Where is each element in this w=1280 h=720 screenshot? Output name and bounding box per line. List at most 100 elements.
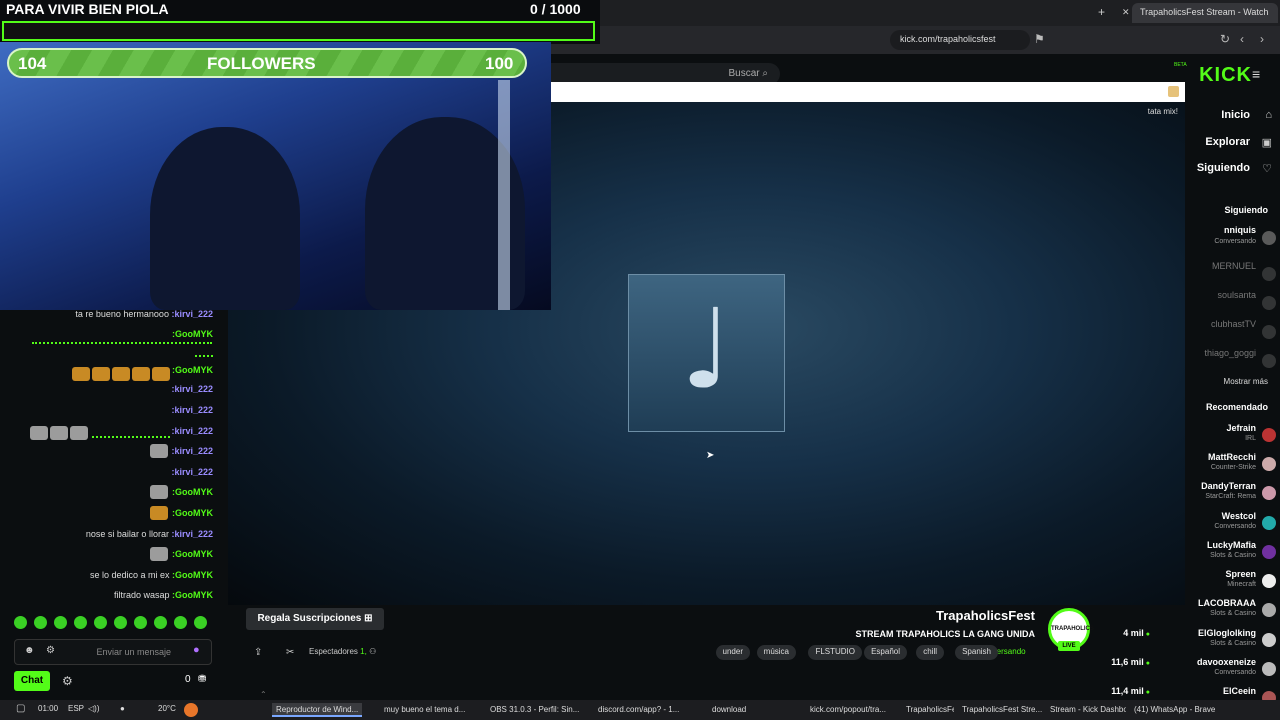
- taskbar-item[interactable]: Stream - Kick Dashbo...: [1046, 703, 1126, 717]
- back-icon[interactable]: ‹: [1240, 32, 1244, 46]
- chat-settings-icon[interactable]: ⚙: [62, 674, 73, 688]
- channel-avatar[interactable]: [1262, 633, 1276, 647]
- microphone-icon[interactable]: ●: [193, 644, 200, 656]
- channel-avatar[interactable]: [1262, 457, 1276, 471]
- channel-name[interactable]: TrapaholicsFest: [936, 608, 1035, 623]
- recommended-channel[interactable]: ElGloglolking: [1198, 628, 1256, 638]
- weather-temp[interactable]: 20°C: [158, 704, 176, 713]
- channel-avatar[interactable]: [1262, 428, 1276, 442]
- show-more-link[interactable]: Mostrar más: [1224, 377, 1268, 386]
- stream-tag[interactable]: chill: [916, 645, 944, 660]
- taskbar-item[interactable]: Reproductor de Wind...: [272, 703, 363, 717]
- recommended-channel[interactable]: davooxeneize: [1197, 657, 1256, 667]
- url-field[interactable]: kick.com/trapaholicsfest: [890, 30, 1030, 50]
- channel-avatar[interactable]: [1262, 545, 1276, 559]
- extension-icon[interactable]: [1168, 86, 1179, 97]
- channel-avatar[interactable]: [1262, 325, 1276, 339]
- taskbar-item[interactable]: TrapaholicsFest Strea...: [902, 703, 954, 717]
- mic-tray-icon[interactable]: ●: [120, 704, 125, 713]
- following-channel[interactable]: clubhastTV: [1211, 319, 1256, 329]
- emoji-icon[interactable]: ☻: [24, 645, 35, 656]
- stream-tag[interactable]: FLSTUDIO: [808, 645, 862, 660]
- taskbar-item[interactable]: OBS 31.0.3 - Perfil: Sin...: [486, 703, 583, 717]
- taskbar-clock[interactable]: 01:00: [38, 704, 58, 713]
- channel-avatar[interactable]: [1262, 231, 1276, 245]
- reload-icon[interactable]: ↻: [1220, 32, 1230, 46]
- share-icon[interactable]: ⇪: [254, 647, 262, 658]
- emote-button[interactable]: [114, 616, 127, 629]
- bookmark-icon[interactable]: ⚑: [1034, 32, 1045, 46]
- chat-username[interactable]: :kirvi_222: [171, 446, 213, 456]
- chat-username[interactable]: :kirvi_222: [171, 467, 213, 477]
- recommended-channel[interactable]: Westcol: [1222, 511, 1256, 521]
- emote-button[interactable]: [14, 616, 27, 629]
- stream-tag[interactable]: under: [715, 645, 750, 660]
- notifications-icon[interactable]: ▢: [16, 703, 25, 714]
- command-icon[interactable]: ⚙: [46, 645, 55, 656]
- close-tab-icon[interactable]: ✕: [1122, 7, 1130, 18]
- taskbar-item[interactable]: download: [708, 703, 750, 717]
- send-chat-button[interactable]: Chat: [14, 671, 50, 691]
- emote-button[interactable]: [174, 616, 187, 629]
- channel-avatar[interactable]: [1262, 574, 1276, 588]
- emote-picker-row[interactable]: [14, 616, 214, 632]
- channel-avatar[interactable]: [1262, 267, 1276, 281]
- chat-username[interactable]: :GooMYK: [172, 570, 213, 580]
- emote-button[interactable]: [34, 616, 47, 629]
- channel-avatar[interactable]: [1262, 516, 1276, 530]
- recommended-channel[interactable]: Spreen: [1225, 569, 1256, 579]
- emote-button[interactable]: [94, 616, 107, 629]
- forward-icon[interactable]: ›: [1260, 32, 1264, 46]
- channel-avatar[interactable]: [1262, 662, 1276, 676]
- stream-tag[interactable]: música: [756, 645, 796, 660]
- new-tab-icon[interactable]: +: [1098, 5, 1105, 19]
- channel-avatar[interactable]: [1262, 296, 1276, 310]
- channel-avatar[interactable]: [1262, 603, 1276, 617]
- taskbar-item[interactable]: discord.com/app? - 1...: [594, 703, 683, 717]
- chat-username[interactable]: :kirvi_222: [171, 426, 213, 436]
- chat-message-input[interactable]: Enviar un mensaje: [14, 639, 212, 665]
- channel-avatar[interactable]: [1262, 354, 1276, 368]
- taskbar-item[interactable]: muy bueno el tema d...: [380, 703, 469, 717]
- following-channel[interactable]: soulsanta: [1217, 290, 1256, 300]
- taskbar-item[interactable]: kick.com/popout/tra...: [806, 703, 890, 717]
- language-indicator[interactable]: ESP: [68, 704, 84, 713]
- stream-tag[interactable]: Español: [864, 645, 907, 660]
- sidebar-nav-siguiendo[interactable]: Siguiendo: [1197, 162, 1250, 174]
- gift-subscriptions-button[interactable]: Regala Suscripciones ⊞: [246, 608, 384, 630]
- volume-icon[interactable]: ◁)): [88, 704, 99, 713]
- stream-tag[interactable]: Spanish: [955, 645, 998, 660]
- menu-icon[interactable]: ≡: [1252, 66, 1260, 82]
- clip-icon[interactable]: ✂: [286, 647, 294, 658]
- sidebar-nav-explorar[interactable]: Explorar: [1205, 136, 1250, 148]
- channel-avatar[interactable]: [1262, 486, 1276, 500]
- emote-button[interactable]: [134, 616, 147, 629]
- chat-username[interactable]: :GooMYK: [172, 365, 213, 375]
- following-channel[interactable]: thiago_goggi: [1204, 348, 1256, 358]
- emote-button[interactable]: [54, 616, 67, 629]
- chat-username[interactable]: :kirvi_222: [171, 384, 213, 394]
- taskbar-item[interactable]: TrapaholicsFest Stre...: [958, 703, 1042, 717]
- chat-username[interactable]: :GooMYK: [172, 590, 213, 600]
- emote-button[interactable]: [194, 616, 207, 629]
- recommended-channel[interactable]: LuckyMafia: [1207, 540, 1256, 550]
- chat-username[interactable]: :GooMYK: [172, 508, 213, 518]
- chat-username[interactable]: :GooMYK: [172, 329, 213, 339]
- chat-username[interactable]: :GooMYK: [172, 549, 213, 559]
- emote-button[interactable]: [74, 616, 87, 629]
- recommended-channel[interactable]: MattRecchi: [1208, 452, 1256, 462]
- chat-username[interactable]: :kirvi_222: [171, 405, 213, 415]
- recommended-channel[interactable]: Jefrain: [1226, 423, 1256, 433]
- points-icon[interactable]: ⛃: [198, 674, 206, 685]
- chat-username[interactable]: :kirvi_222: [171, 529, 213, 539]
- browser-tab-active[interactable]: TrapaholicsFest Stream - Watch: [1132, 3, 1278, 23]
- recommended-channel[interactable]: LACOBRAAA: [1198, 598, 1256, 608]
- recommended-channel[interactable]: DandyTerran: [1201, 481, 1256, 491]
- emote-button[interactable]: [154, 616, 167, 629]
- chat-username[interactable]: :kirvi_222: [171, 309, 213, 319]
- chat-username[interactable]: :GooMYK: [172, 487, 213, 497]
- following-channel[interactable]: nniquis: [1224, 225, 1256, 235]
- recommended-channel[interactable]: ElCeein: [1223, 686, 1256, 696]
- taskbar-item[interactable]: (41) WhatsApp - Brave: [1130, 703, 1219, 717]
- sidebar-nav-inicio[interactable]: Inicio: [1221, 109, 1250, 121]
